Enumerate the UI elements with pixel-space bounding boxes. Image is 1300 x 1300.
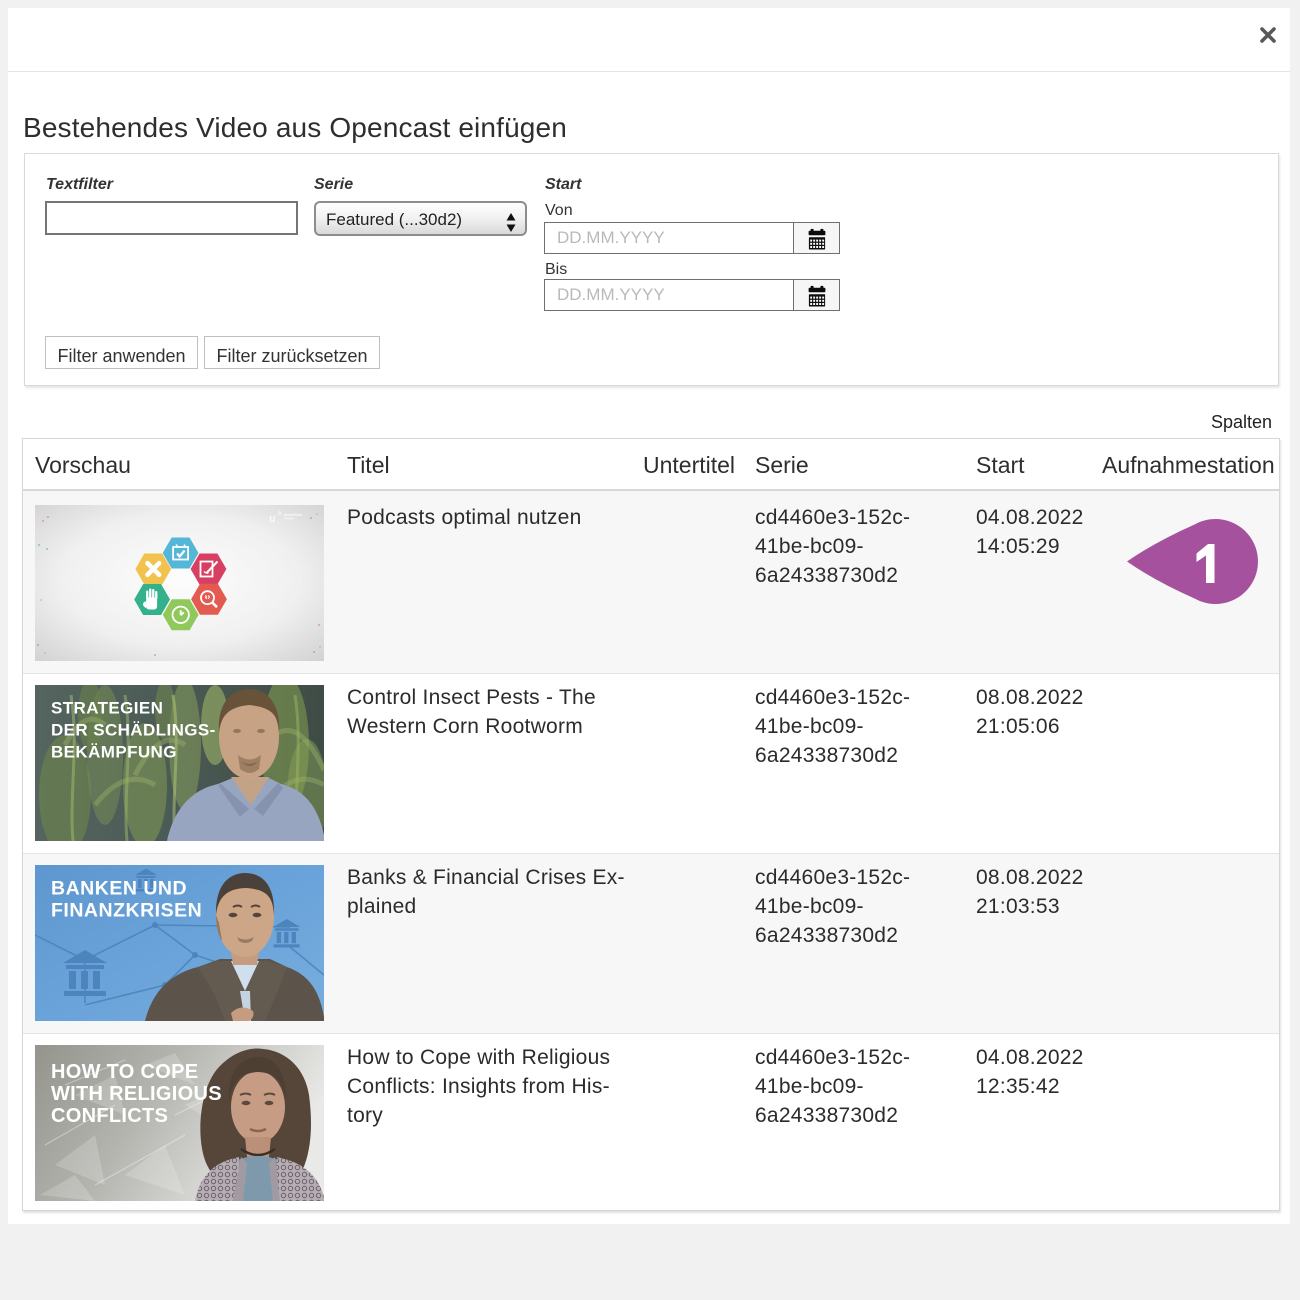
svg-text:FINANZKRISEN: FINANZKRISEN: [51, 900, 202, 922]
svg-text:BEKÄMPFUNG: BEKÄMPFUNG: [51, 743, 177, 762]
svg-text:CONFLICTS: CONFLICTS: [51, 1105, 168, 1127]
svg-text:HOW TO COPE: HOW TO COPE: [51, 1061, 198, 1083]
svg-text:u: u: [269, 510, 276, 525]
svg-text:WITH RELIGIOUS: WITH RELIGIOUS: [51, 1083, 222, 1105]
svg-text:STRATEGIEN: STRATEGIEN: [51, 699, 163, 718]
svg-text:BANKEN UND: BANKEN UND: [51, 878, 187, 900]
svg-text:DER SCHÄDLINGS-: DER SCHÄDLINGS-: [51, 721, 216, 740]
svg-text:b: b: [278, 511, 281, 517]
